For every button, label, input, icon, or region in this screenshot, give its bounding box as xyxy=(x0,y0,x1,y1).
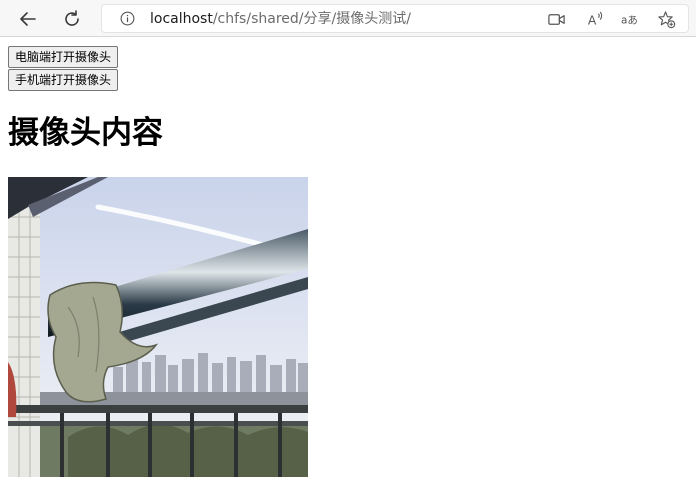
camera-feed-image xyxy=(8,177,308,477)
browser-toolbar: localhost/chfs/shared/分享/摄像头测试/ A aあ xyxy=(0,0,696,37)
page-content: 电脑端打开摄像头 手机端打开摄像头 摄像头内容 xyxy=(8,46,308,477)
page-heading: 摄像头内容 xyxy=(8,115,163,151)
url-host: localhost xyxy=(150,11,213,27)
add-favorite-icon[interactable] xyxy=(657,10,676,29)
address-bar[interactable]: localhost/chfs/shared/分享/摄像头测试/ A aあ xyxy=(101,4,689,33)
read-aloud-icon[interactable]: A xyxy=(586,10,605,29)
pc-camera-button[interactable]: 电脑端打开摄像头 xyxy=(8,46,119,68)
translate-icon[interactable]: aあ xyxy=(621,10,640,29)
refresh-icon[interactable] xyxy=(59,6,85,32)
translate-glyph: aあ xyxy=(621,14,638,26)
back-icon[interactable] xyxy=(15,6,41,32)
url-text[interactable]: localhost/chfs/shared/分享/摄像头测试/ xyxy=(150,11,411,27)
camera-scene-illustration xyxy=(8,177,308,477)
phone-camera-button[interactable]: 手机端打开摄像头 xyxy=(8,69,119,91)
url-path: /chfs/shared/分享/摄像头测试/ xyxy=(212,11,411,27)
video-camera-icon[interactable] xyxy=(547,10,566,29)
info-icon[interactable] xyxy=(120,11,135,26)
read-aloud-glyph: A xyxy=(588,13,597,27)
